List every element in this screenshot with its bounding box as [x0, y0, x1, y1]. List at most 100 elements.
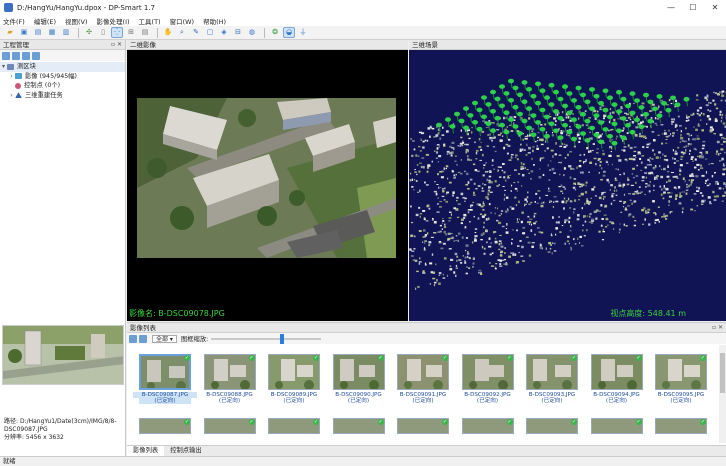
new-project-icon[interactable]: ▣ [18, 27, 30, 38]
point [651, 158, 654, 160]
point [456, 216, 460, 218]
point [451, 141, 455, 144]
image-thumbnail[interactable]: ✓ B-DSC09088.JPG (已定向) [203, 354, 256, 404]
image-thumbnail[interactable]: ✓ [397, 418, 449, 434]
vertical-scrollbar[interactable] [719, 345, 726, 443]
point [528, 146, 531, 150]
image-thumbnail[interactable]: ✓ B-DSC09090.JPG (已定向) [332, 354, 385, 404]
image-thumbnail[interactable]: ✓ [139, 418, 191, 434]
tree-item-reconstruction[interactable]: › 三维重建任务 [0, 91, 125, 101]
point [699, 106, 702, 109]
image-thumbnail[interactable]: ✓ [461, 418, 514, 434]
tree-item-control-points[interactable]: 控制点 (0个) [0, 81, 125, 91]
point-cloud-icon[interactable]: ❂ [269, 27, 281, 38]
panel-controls[interactable]: ▫ ✕ [111, 40, 122, 50]
measure-icon[interactable]: ⊞ [125, 27, 137, 38]
menu-window[interactable]: 窗口(W) [170, 16, 195, 26]
grid-view-icon[interactable] [139, 334, 147, 343]
image-thumbnail[interactable]: ✓ B-DSC09087.JPG (已定向) [133, 354, 197, 404]
refresh-icon[interactable] [22, 51, 30, 60]
menu-tools[interactable]: 工具(T) [139, 16, 161, 26]
image-thumbnail[interactable]: ✓ B-DSC09093.JPG (已定向) [526, 354, 578, 404]
menu-image-processing[interactable]: 影像处理(I) [97, 16, 130, 26]
point [608, 120, 611, 124]
image-thumbnail[interactable]: ✓ [590, 418, 643, 434]
point [435, 263, 437, 266]
align-icon[interactable]: ▯ [97, 27, 109, 38]
point [435, 157, 438, 159]
save-icon[interactable]: ▤ [32, 27, 44, 38]
save-as-icon[interactable]: ▦ [46, 27, 58, 38]
point [516, 130, 520, 132]
image-thumbnail[interactable]: ✓ [526, 418, 578, 434]
feature-points-icon[interactable]: ✣ [83, 27, 95, 38]
point [523, 149, 526, 151]
draw-icon[interactable]: ✎ [190, 27, 202, 38]
add-icon[interactable] [2, 51, 10, 60]
camera-marker [593, 132, 600, 138]
point [465, 244, 469, 247]
point [473, 215, 475, 218]
tree-item-block[interactable]: ▾ 测区块 [0, 62, 125, 72]
image-thumbnail[interactable]: ✓ [203, 418, 256, 434]
export-icon[interactable]: ▥ [60, 27, 72, 38]
point [649, 110, 652, 112]
collapse-icon[interactable]: ▾ [0, 62, 7, 72]
point-cloud-scene[interactable] [409, 50, 726, 321]
thumbnail-image [203, 354, 256, 390]
tab-image-list[interactable]: 影像列表 [127, 446, 165, 456]
menu-view[interactable]: 视图(V) [65, 16, 88, 26]
panel-controls[interactable]: ▫ ✕ [712, 323, 723, 333]
zoom-region-icon[interactable]: ⌕ [176, 27, 188, 38]
image-thumbnail[interactable]: ✓ B-DSC09094.JPG (已定向) [590, 354, 643, 404]
select-points-icon[interactable]: ⁛ [111, 27, 123, 38]
close-button[interactable]: ✕ [704, 0, 726, 15]
zoom-slider[interactable] [211, 333, 322, 344]
image-view-2d[interactable]: 二维影像 影像名: B-DSC09078.JPG [127, 40, 408, 321]
list-view-icon[interactable] [129, 334, 137, 343]
mesh-view-icon[interactable]: ◒ [283, 27, 295, 38]
image-thumbnail[interactable]: ✓ [655, 418, 707, 434]
camera-marker [508, 98, 514, 103]
point [674, 126, 677, 128]
image-thumbnail[interactable]: ✓ B-DSC09095.JPG (已定向) [655, 354, 707, 404]
image-thumbnail[interactable]: ✓ B-DSC09092.JPG (已定向) [461, 354, 514, 404]
aerial-photo[interactable] [137, 98, 396, 258]
maximize-button[interactable]: ☐ [682, 0, 704, 15]
camera-marker [634, 117, 640, 123]
menu-edit[interactable]: 编辑(E) [34, 16, 56, 26]
expand-icon[interactable]: › [8, 91, 15, 101]
image-thumbnail[interactable]: ✓ [332, 418, 385, 434]
cube-icon[interactable]: ◈ [218, 27, 230, 38]
tab-control-points-output[interactable]: 控制点输出 [164, 446, 207, 456]
tree-item-images[interactable]: › 影像 (945/945幅) [0, 72, 125, 82]
point [696, 94, 699, 97]
frame-icon[interactable]: ▢ [204, 27, 216, 38]
layers-icon[interactable]: ▤ [139, 27, 151, 38]
pan-hand-icon[interactable]: ✋ [162, 27, 174, 38]
point [588, 117, 591, 119]
point [474, 239, 477, 242]
menu-help[interactable]: 帮助(H) [203, 16, 226, 26]
point [563, 207, 565, 210]
open-folder-icon[interactable]: ▰ [4, 27, 16, 38]
import-icon[interactable] [12, 51, 20, 60]
menu-file[interactable]: 文件(F) [3, 16, 25, 26]
grid-icon[interactable]: ⊟ [232, 27, 244, 38]
scene-view-3d[interactable]: 三维场景 视点高度: 548.41 m [409, 40, 726, 321]
point [708, 102, 710, 104]
filter-select[interactable]: 全部 ▾ [152, 334, 177, 343]
sphere-icon[interactable]: ◍ [246, 27, 258, 38]
model-icon[interactable]: ⏚ [297, 27, 309, 38]
scrollbar-thumb[interactable] [720, 353, 725, 393]
minimize-button[interactable]: — [660, 0, 682, 15]
expand-icon[interactable]: › [8, 72, 15, 82]
zoom-slider-handle[interactable] [280, 333, 285, 344]
image-thumbnail[interactable]: ✓ [268, 418, 320, 434]
point [525, 154, 528, 156]
image-thumbnail[interactable]: ✓ B-DSC09089.JPG (已定向) [268, 354, 320, 404]
point [645, 183, 648, 185]
image-thumbnail[interactable]: ✓ B-DSC09091.JPG (已定向) [397, 354, 449, 404]
settings-icon[interactable] [32, 51, 40, 60]
point [439, 224, 442, 227]
